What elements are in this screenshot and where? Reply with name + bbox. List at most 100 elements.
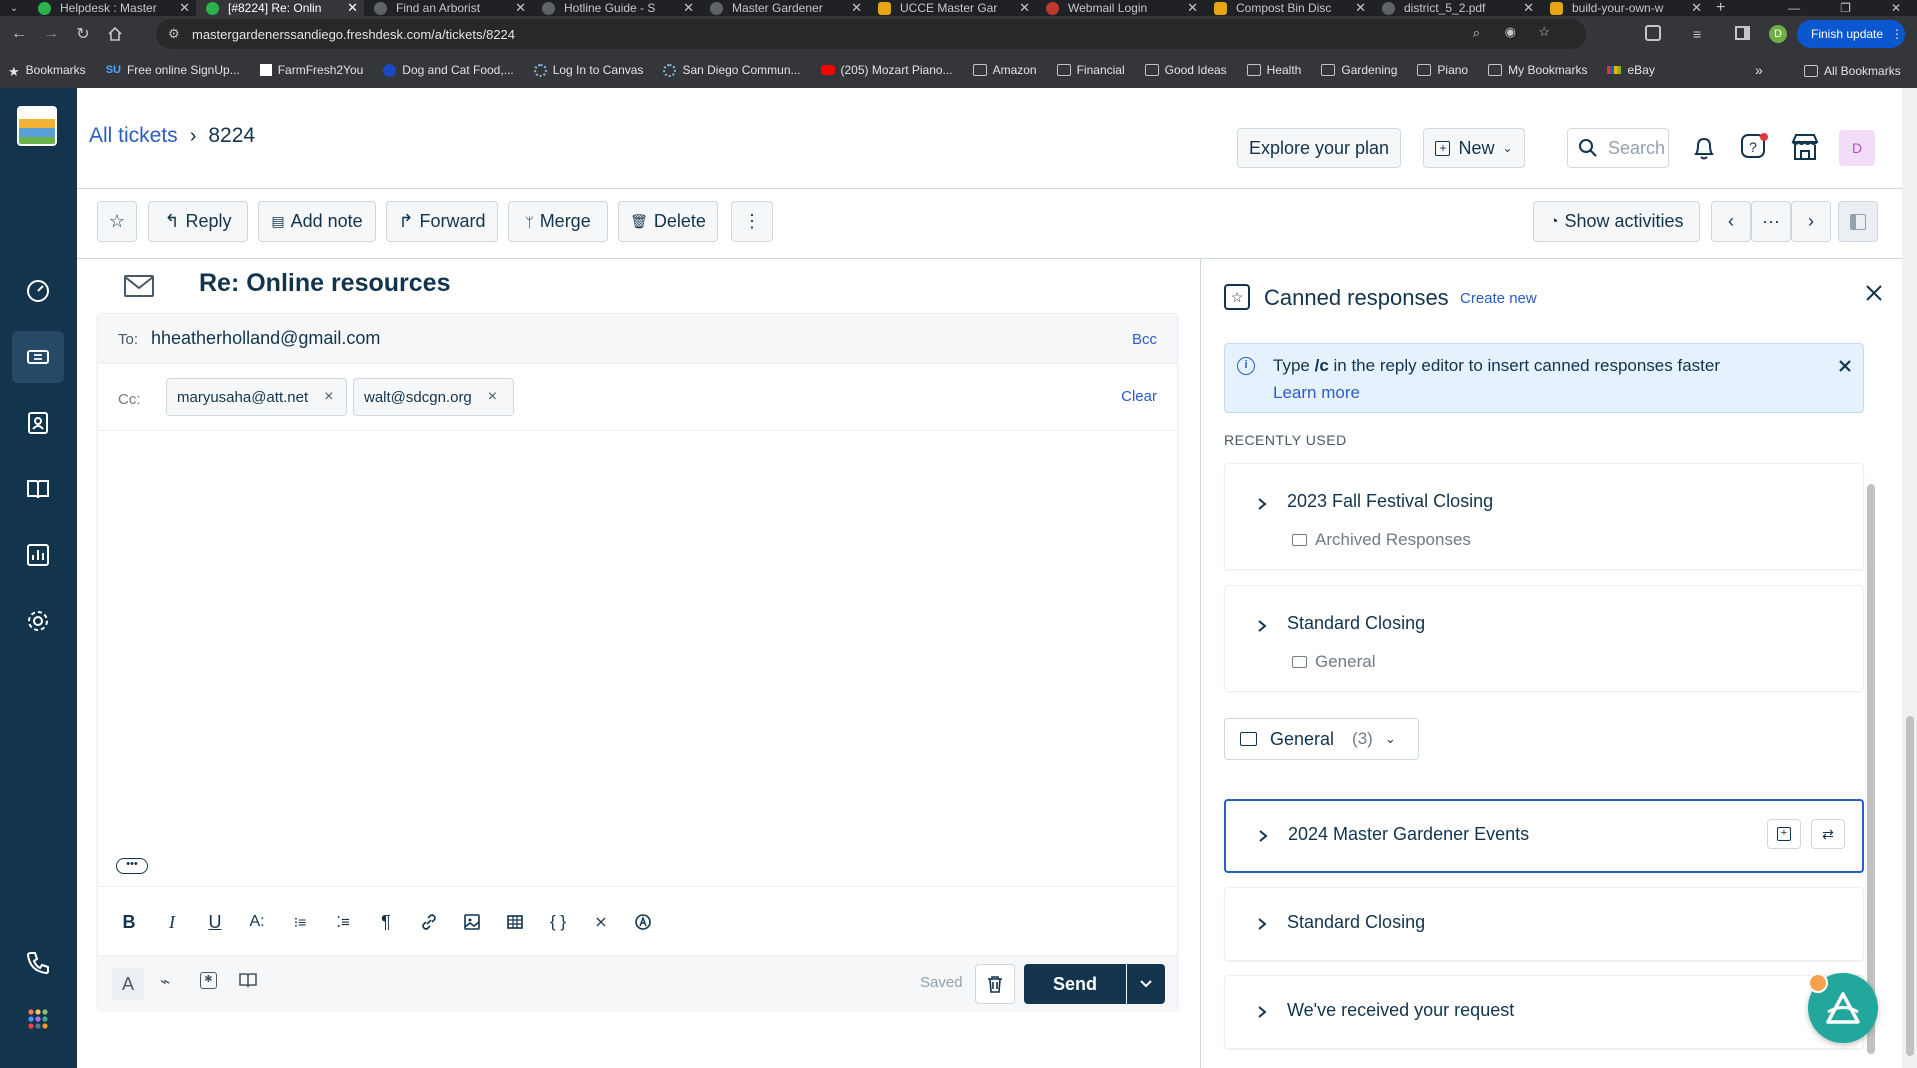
new-tab-icon[interactable]: + [1716,0,1725,17]
bookmark-folder[interactable]: My Bookmarks [1488,63,1587,77]
browser-tab[interactable]: build-your-own-w ✕ [1540,0,1708,16]
address-bar[interactable]: ⚙ mastergardenerssandiego.freshdesk.com/… [156,19,1586,49]
freshdesk-logo[interactable] [17,106,57,146]
nav-contacts-icon[interactable] [12,397,64,449]
media-icon[interactable]: ≡ [1693,26,1701,42]
ticket-list-button[interactable]: ··· [1751,201,1791,242]
close-tab-icon[interactable]: ✕ [1187,0,1198,16]
nav-dashboard-icon[interactable] [12,265,64,317]
zoom-icon[interactable]: ⌕ [1473,25,1480,41]
reply-body[interactable] [98,431,1177,831]
forward-icon[interactable]: → [35,18,67,50]
toggle-sidebar-button[interactable] [1838,201,1878,242]
bullet-list-icon[interactable]: ⁚≡ [330,909,356,935]
close-tab-icon[interactable]: ✕ [1691,0,1702,16]
notifications-bell-icon[interactable] [1690,134,1718,162]
clear-link[interactable]: Clear [1121,388,1157,405]
bookmark-folder[interactable]: Amazon [972,63,1037,77]
canned-response-item[interactable]: Standard Closing [1224,887,1864,961]
browser-tab-active[interactable]: [#8224] Re: Onlin ✕ [196,0,364,16]
paragraph-icon[interactable]: ¶ [373,909,399,935]
browser-tab[interactable]: Compost Bin Disc ✕ [1204,0,1372,16]
bcc-link[interactable]: Bcc [1132,331,1157,348]
bookmark-folder[interactable]: Piano [1417,63,1468,77]
code-icon[interactable]: { } [545,909,571,935]
close-tab-icon[interactable]: ✕ [179,0,190,16]
close-tab-icon[interactable]: ✕ [1523,0,1534,16]
close-banner-icon[interactable] [1839,360,1851,372]
discard-draft-button[interactable] [975,964,1015,1004]
marketplace-store-icon[interactable] [1789,132,1821,162]
cc-chip[interactable]: walt@sdcgn.org × [353,378,514,416]
close-window-icon[interactable]: ✕ [1891,1,1901,15]
close-tab-icon[interactable]: ✕ [1019,0,1030,16]
canned-response-item[interactable]: We've received your request [1224,975,1864,1049]
browser-tab[interactable]: Webmail Login ✕ [1036,0,1204,16]
add-note-button[interactable]: ▤ Add note [258,201,376,242]
next-ticket-button[interactable]: › [1791,201,1831,242]
bookmark-folder[interactable]: Health [1246,63,1301,77]
bookmark-item[interactable]: Log In to Canvas [533,63,643,77]
replace-response-button[interactable]: ⇄ [1811,819,1845,849]
page-scrollbar[interactable] [1902,88,1917,1068]
bookmark-item[interactable]: SU Free online SignUp... [106,63,240,77]
extensions-icon[interactable] [1645,25,1661,41]
underline-icon[interactable]: U [202,909,228,935]
numbered-list-icon[interactable]: ⁝≡ [287,909,313,935]
image-icon[interactable] [459,909,485,935]
create-new-link[interactable]: Create new [1460,290,1537,307]
page-scrollbar-thumb[interactable] [1906,716,1914,1056]
profile-avatar[interactable]: D [1769,25,1787,43]
ai-assist-icon[interactable] [630,909,656,935]
browser-tab[interactable]: Hotline Guide - S ✕ [532,0,700,16]
close-tab-icon[interactable]: ✕ [851,0,862,16]
help-icon[interactable]: ? [1739,132,1769,162]
remove-icon[interactable]: × [324,388,333,406]
solution-article-icon[interactable] [238,970,258,990]
bookmark-item[interactable]: Dog and Cat Food,... [383,63,514,77]
browser-tab[interactable]: district_5_2.pdf ✕ [1372,0,1540,16]
italic-icon[interactable]: I [159,909,185,935]
bookmark-item[interactable]: FarmFresh2You [259,63,363,77]
nav-phone-icon[interactable] [12,937,64,989]
eye-icon[interactable]: ◉ [1505,24,1516,40]
send-options-button[interactable] [1127,964,1165,1004]
browser-tab[interactable]: Find an Arborist ✕ [364,0,532,16]
restore-icon[interactable]: ❐ [1840,1,1851,15]
nav-tickets-icon[interactable] [12,331,64,383]
send-button[interactable]: Send [1024,964,1126,1004]
bookmark-item[interactable]: ★ Bookmarks [8,63,86,79]
finish-update-button[interactable]: Finish update ⋮ [1797,20,1905,48]
nav-solutions-icon[interactable] [12,463,64,515]
bookmark-item[interactable]: (205) Mozart Piano... [820,63,953,77]
new-button[interactable]: + New ⌄ [1423,128,1525,168]
tab-search-icon[interactable]: ⌄ [0,0,28,16]
more-actions-button[interactable]: ⋮ [731,201,773,242]
all-tickets-link[interactable]: All tickets [89,124,178,148]
all-bookmarks[interactable]: All Bookmarks [1804,64,1901,78]
link-icon[interactable] [416,909,442,935]
canned-response-item-selected[interactable]: 2024 Master Gardener Events + ⇄ [1224,799,1864,873]
home-icon[interactable] [99,18,131,50]
cc-chip[interactable]: maryusaha@att.net × [166,378,347,416]
bold-icon[interactable]: B [116,909,142,935]
browser-tab[interactable]: Master Gardener ✕ [700,0,868,16]
freddy-ai-fab[interactable] [1808,973,1878,1043]
search-input[interactable]: Search [1567,128,1669,168]
remove-icon[interactable]: × [488,388,497,406]
canned-recent-item[interactable]: 2023 Fall Festival Closing Archived Resp… [1224,463,1864,570]
back-icon[interactable]: ← [3,18,35,50]
explore-plan-button[interactable]: Explore your plan [1237,128,1401,168]
attachment-icon[interactable]: ⌁ [160,972,170,992]
browser-tab[interactable]: Helpdesk : Master ✕ [28,0,196,16]
bookmark-item[interactable]: San Diego Commun... [663,63,801,77]
previous-ticket-button[interactable]: ‹ [1711,201,1751,242]
more-bookmarks-icon[interactable]: » [1755,62,1763,78]
site-info-icon[interactable]: ⚙ [168,26,180,42]
learn-more-link[interactable]: Learn more [1273,383,1360,403]
to-email[interactable]: hheatherholland@gmail.com [151,328,380,349]
show-quoted-text-button[interactable]: ••• [116,858,148,874]
reload-icon[interactable]: ↻ [67,18,99,50]
canned-response-icon[interactable]: ✱ [200,972,217,989]
close-tab-icon[interactable]: ✕ [683,0,694,16]
